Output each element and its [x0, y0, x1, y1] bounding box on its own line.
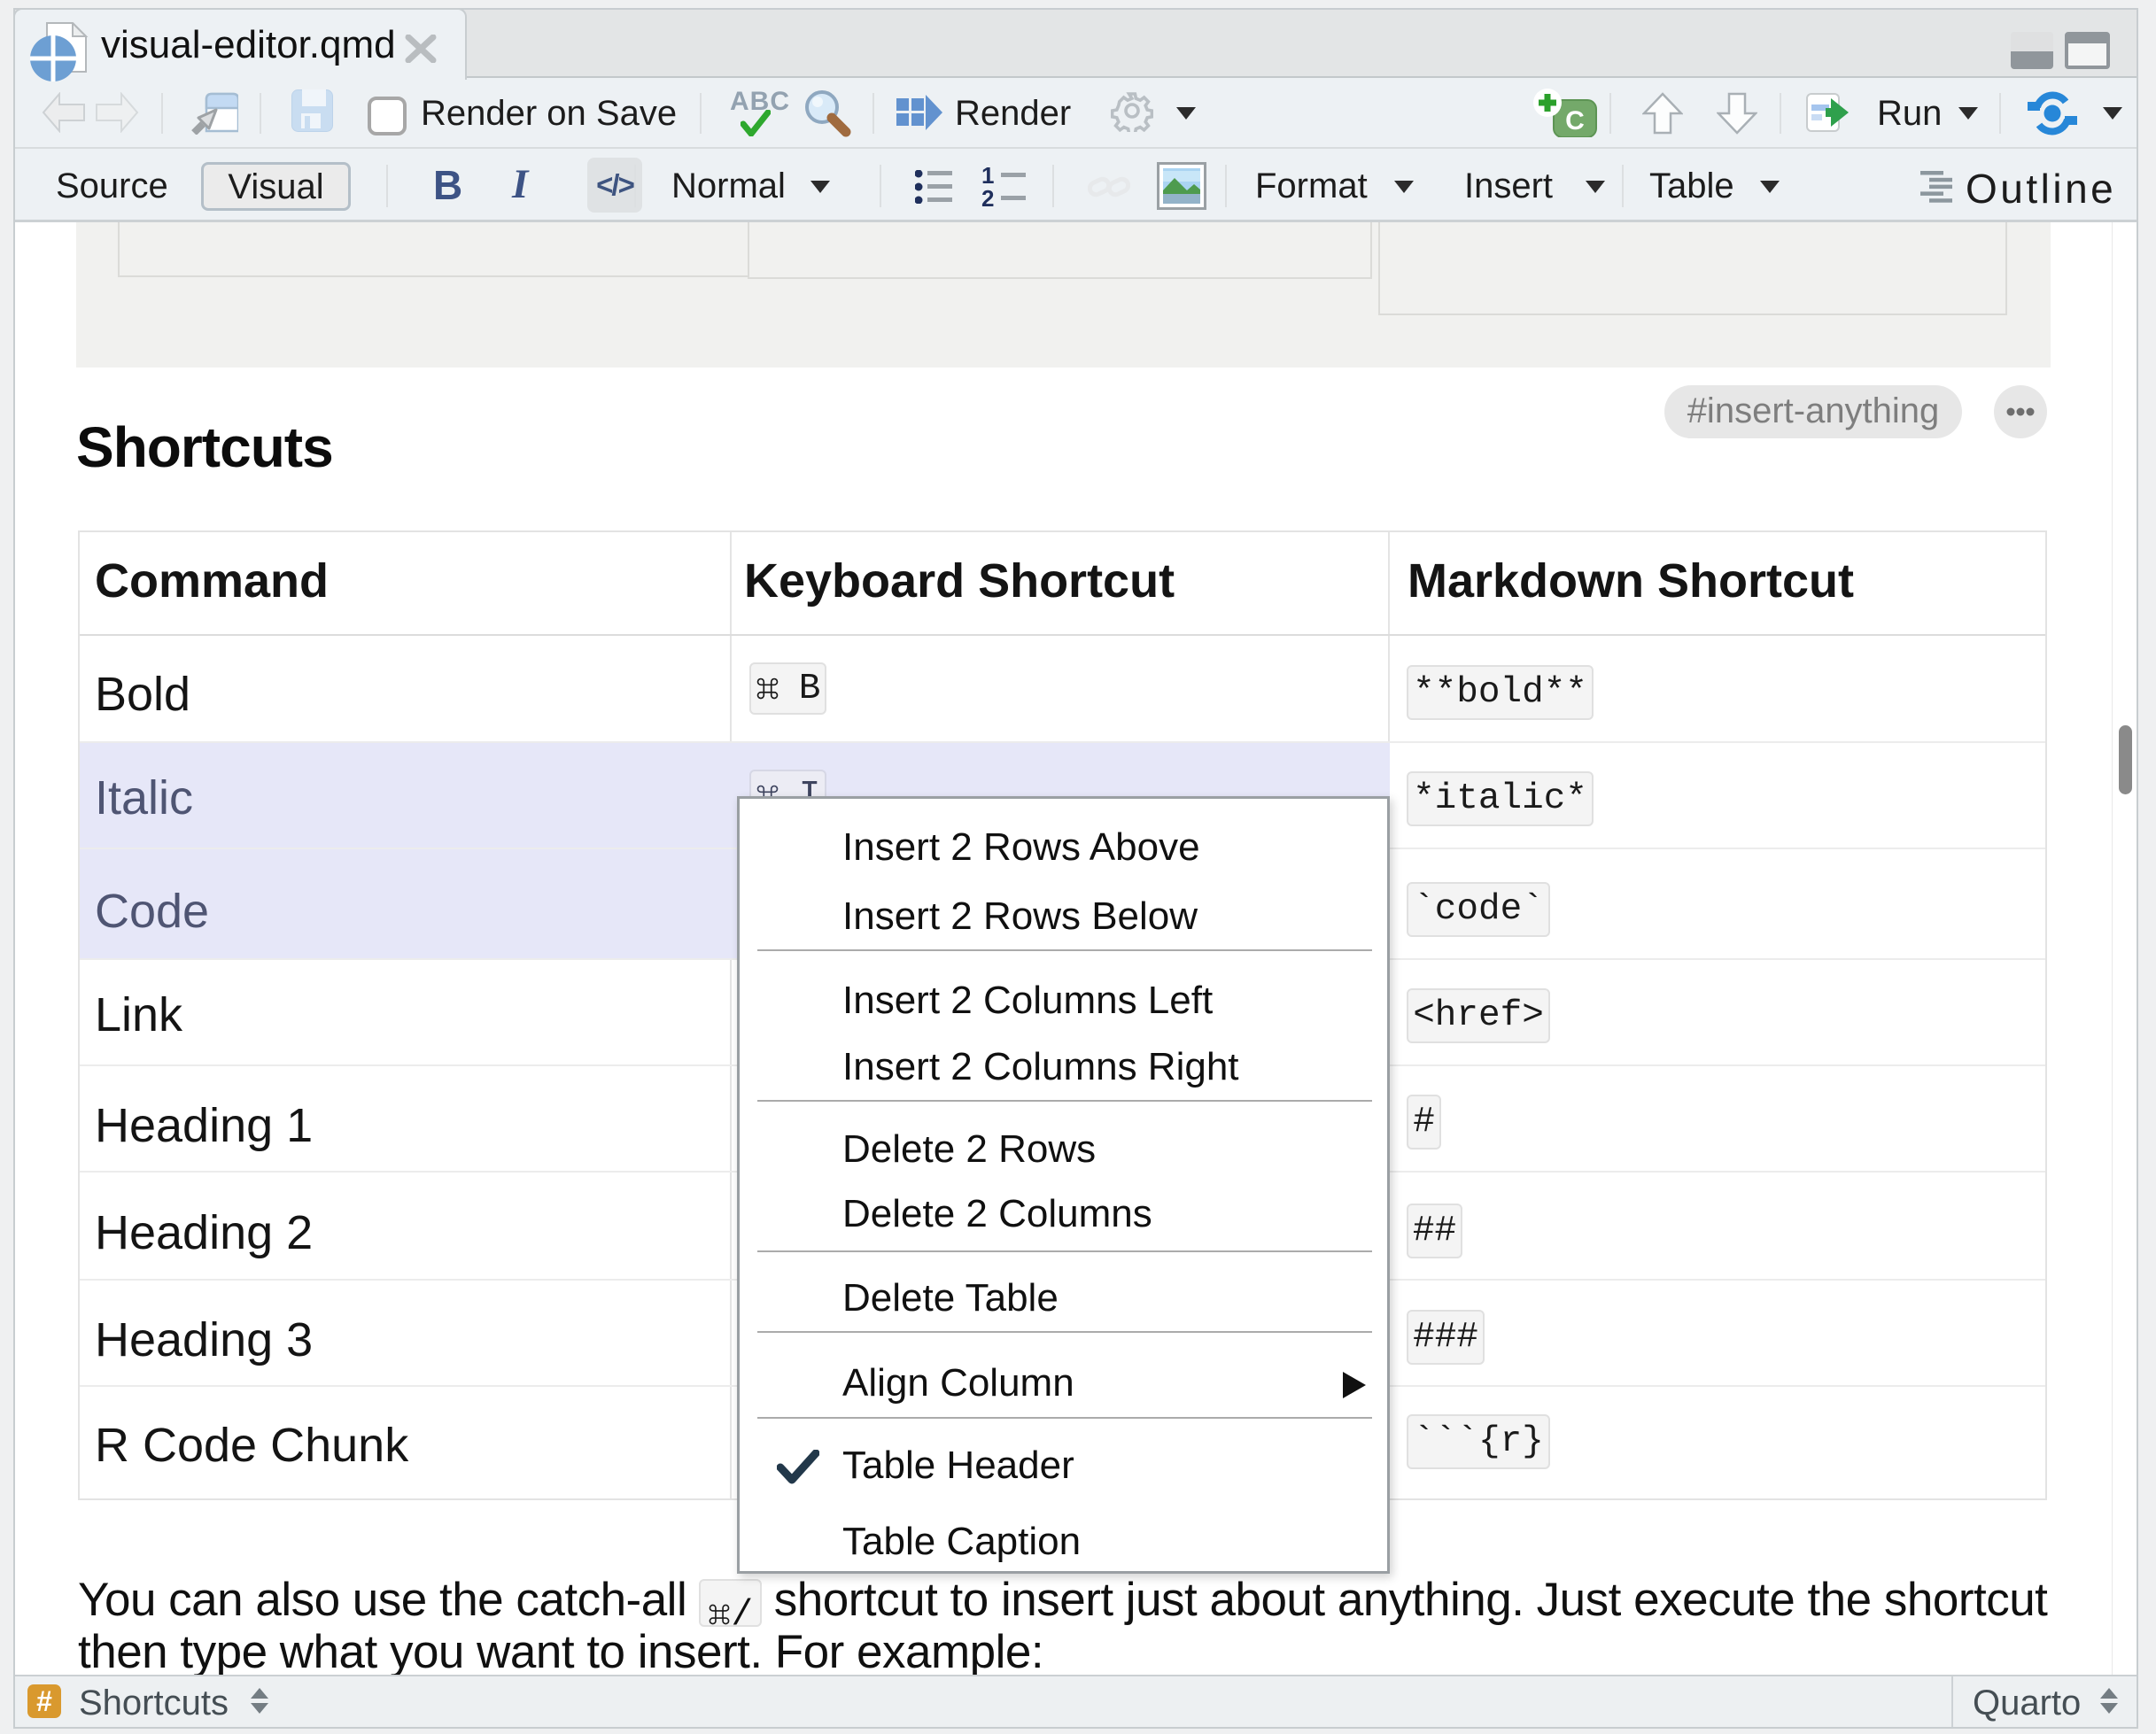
svg-text:2: 2 — [981, 185, 994, 207]
svg-text:C: C — [1565, 106, 1585, 135]
